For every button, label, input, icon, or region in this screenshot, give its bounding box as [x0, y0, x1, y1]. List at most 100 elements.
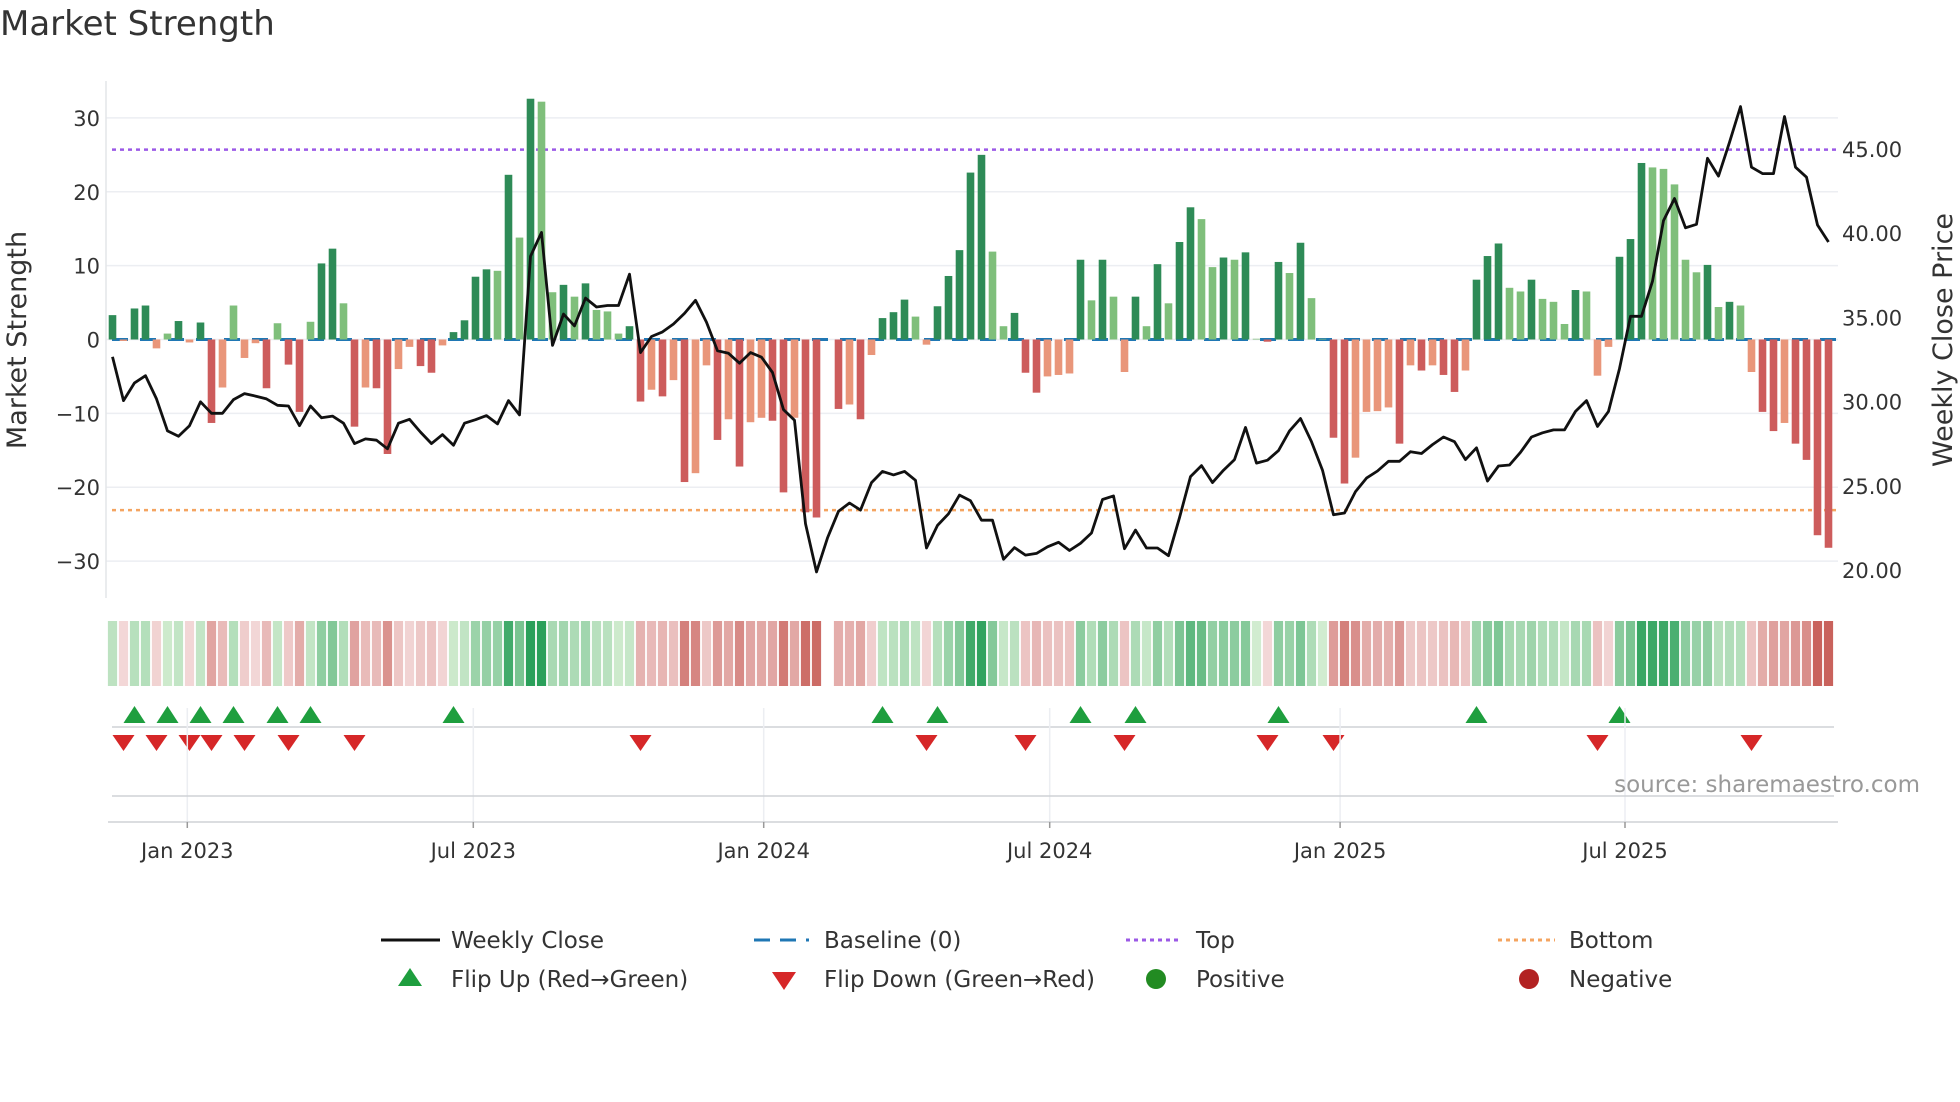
heatmap-cell	[1812, 621, 1823, 686]
heatmap-cell	[250, 621, 261, 686]
heatmap-cell	[1625, 621, 1636, 686]
heatmap-cell	[1702, 621, 1713, 686]
flip-down-marker	[629, 735, 652, 751]
heatmap-cell	[1548, 621, 1559, 686]
flip-down-marker	[145, 735, 168, 751]
heatmap-cell	[1482, 621, 1493, 686]
strength-bar	[1461, 339, 1470, 371]
legend-negative: Negative	[1569, 967, 1672, 993]
heatmap-cell	[481, 621, 492, 686]
strength-bar	[559, 284, 568, 340]
heatmap-cell	[1185, 621, 1196, 686]
x-tick-label: Jan 2025	[1292, 839, 1387, 863]
y2-tick-label: 20.00	[1842, 559, 1902, 583]
heatmap-cell	[1493, 621, 1504, 686]
y-tick-label: 0	[87, 329, 100, 353]
strength-bar	[537, 101, 546, 340]
flip-up-marker	[1069, 706, 1092, 723]
heatmap-cell	[206, 621, 217, 686]
strength-bar	[1714, 307, 1723, 340]
strength-bar	[1582, 291, 1591, 340]
flip-up-marker	[1267, 706, 1290, 723]
heatmap-cell	[976, 621, 987, 686]
strength-bar	[460, 320, 469, 340]
strength-bar	[1241, 252, 1250, 340]
heatmap-cell	[1801, 621, 1812, 686]
strength-bar	[1285, 273, 1294, 340]
strength-bar	[1384, 339, 1393, 408]
legend-positive: Positive	[1196, 967, 1285, 993]
strength-bar	[1747, 339, 1756, 372]
strength-bar	[1318, 338, 1327, 340]
strength-bar	[1164, 303, 1173, 340]
heatmap-cell	[624, 621, 635, 686]
heatmap-cell	[635, 621, 646, 686]
heatmap-cell	[580, 621, 591, 686]
heatmap-cell	[899, 621, 910, 686]
flip-down-marker	[1322, 735, 1345, 751]
heatmap-cell	[1306, 621, 1317, 686]
strength-bar	[240, 339, 249, 358]
heatmap-cell	[525, 621, 536, 686]
heatmap-cell	[1273, 621, 1284, 686]
strength-bar	[1406, 339, 1415, 366]
strength-bar	[1307, 298, 1316, 340]
flip-down-marker	[1586, 735, 1609, 751]
heatmap-cell	[756, 621, 767, 686]
heatmap-cell	[1295, 621, 1306, 686]
heatmap-cell	[1207, 621, 1218, 686]
strength-bar	[1208, 267, 1217, 340]
legend-flip-up: Flip Up (Red→Green)	[451, 967, 688, 993]
heatmap-cell	[866, 621, 877, 686]
heatmap-cell	[1449, 621, 1460, 686]
strength-bar	[1340, 339, 1349, 484]
strength-bar	[691, 339, 700, 474]
y2-tick-label: 45.00	[1842, 138, 1902, 162]
strength-bar	[1450, 339, 1459, 392]
heatmap-cell	[1141, 621, 1152, 686]
strength-bar	[482, 269, 491, 340]
strength-bar	[1395, 339, 1404, 444]
strength-bar	[1087, 300, 1096, 340]
heatmap-cell	[261, 621, 272, 686]
heatmap-cell	[305, 621, 316, 686]
strength-bar	[647, 339, 656, 390]
strength-bar	[1604, 339, 1613, 347]
heatmap-cell	[327, 621, 338, 686]
heatmap-cell	[514, 621, 525, 686]
strength-bar	[1362, 339, 1371, 412]
heatmap-cell	[723, 621, 734, 686]
heatmap-cell	[1427, 621, 1438, 686]
strength-bar	[1351, 339, 1360, 458]
heatmap-cell	[1724, 621, 1735, 686]
flip-down-marker	[1113, 735, 1136, 751]
strength-bar	[955, 250, 964, 340]
heatmap-cell	[470, 621, 481, 686]
heatmap-cell	[910, 621, 921, 686]
heatmap-cell	[459, 621, 470, 686]
heatmap-cell	[1339, 621, 1350, 686]
strength-bar	[790, 339, 799, 418]
strength-bar	[1197, 219, 1206, 340]
heatmap-cell	[1020, 621, 1031, 686]
flip-down-marker	[200, 735, 223, 751]
heatmap-cell	[877, 621, 888, 686]
heatmap-cell	[316, 621, 327, 686]
heatmap-cell	[1405, 621, 1416, 686]
strength-bar	[1813, 339, 1822, 536]
heatmap-cell	[789, 621, 800, 686]
heatmap-cell	[1042, 621, 1053, 686]
strength-bar	[581, 283, 590, 340]
heatmap-cell	[1570, 621, 1581, 686]
strength-bar	[218, 339, 227, 388]
x-tick-label: Jul 2023	[429, 839, 516, 863]
strength-bar	[933, 306, 942, 340]
heatmap-cell	[1537, 621, 1548, 686]
strength-bar	[988, 251, 997, 340]
heatmap-cell	[1416, 621, 1427, 686]
flip-down-marker	[1256, 735, 1279, 751]
heatmap-cell	[415, 621, 426, 686]
heatmap-cell	[1746, 621, 1757, 686]
strength-bar	[625, 326, 634, 340]
x-tick-label: Jul 2025	[1580, 839, 1667, 863]
